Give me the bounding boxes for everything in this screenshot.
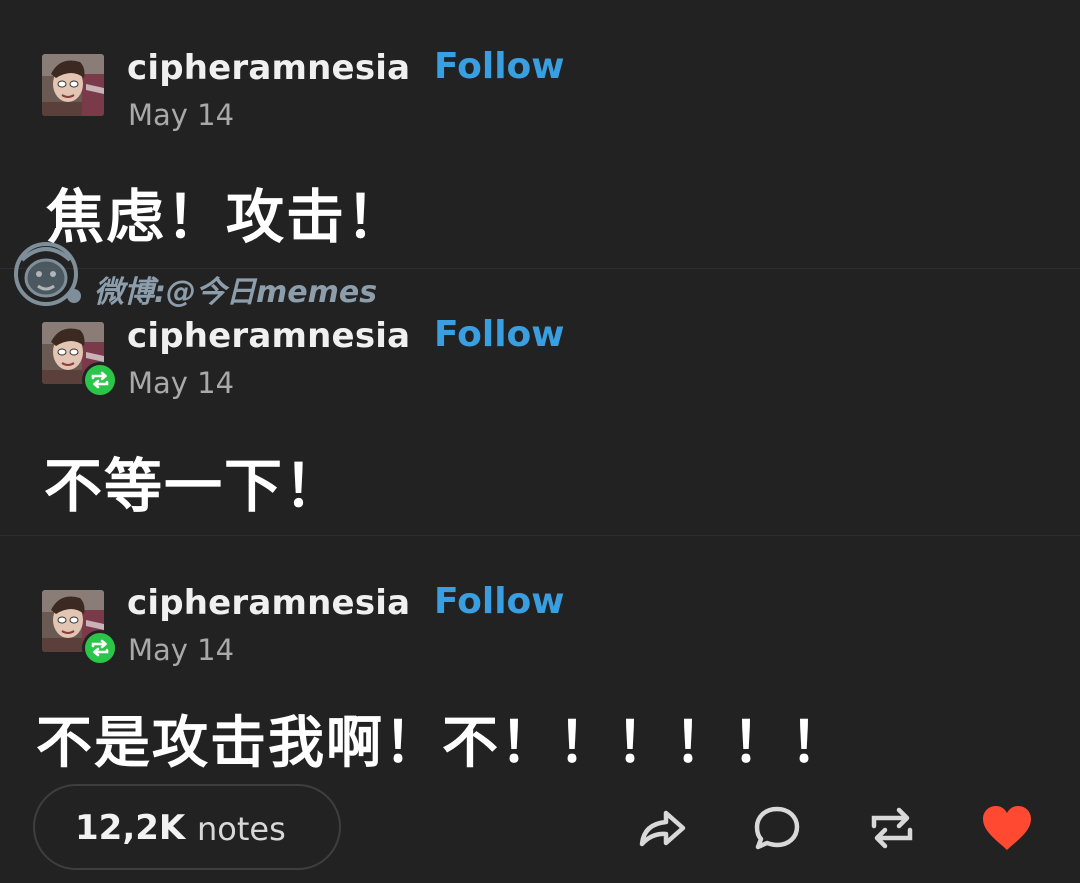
post-date[interactable]: May 14 — [128, 98, 234, 132]
weibo-watermark: 微博:@今日memes — [10, 240, 410, 310]
share-button[interactable] — [634, 800, 690, 856]
follow-button[interactable]: Follow — [434, 314, 565, 355]
follow-button[interactable]: Follow — [434, 581, 565, 622]
username[interactable]: cipheramnesia — [127, 48, 410, 88]
notes-label: notes — [197, 810, 286, 848]
post-body-text: 不等一下！ — [44, 452, 345, 520]
avatar-photo-icon — [42, 54, 104, 116]
reply-button[interactable] — [749, 800, 805, 856]
follow-button[interactable]: Follow — [434, 46, 565, 87]
username[interactable]: cipheramnesia — [127, 583, 410, 623]
post-original: cipheramnesia Follow May 14 焦虑！攻击！ — [0, 0, 1080, 268]
like-button[interactable] — [979, 800, 1035, 856]
reblog-arrows-icon — [871, 807, 913, 849]
reblog-arrows-icon — [91, 639, 109, 657]
cartoon-mascot-icon — [14, 242, 81, 306]
avatar[interactable] — [42, 54, 104, 116]
post-date[interactable]: May 14 — [128, 366, 234, 400]
reblog-badge — [82, 362, 118, 398]
post-date[interactable]: May 14 — [128, 633, 234, 667]
share-arrow-icon — [639, 810, 686, 847]
post-body-text: 不是攻击我啊！不！！！！！！ — [36, 711, 848, 776]
username[interactable]: cipheramnesia — [127, 316, 410, 356]
notes-count: 12,2K — [75, 808, 186, 848]
heart-icon — [983, 806, 1031, 850]
watermark-text: 微博:@今日memes — [94, 275, 378, 310]
speech-bubble-icon — [754, 806, 800, 850]
reblog-badge — [82, 630, 118, 666]
reblog-arrows-icon — [91, 371, 109, 389]
notes-button[interactable]: 12,2K notes — [33, 784, 341, 870]
reblog-button[interactable] — [864, 800, 920, 856]
tumblr-post-thread: cipheramnesia Follow May 14 焦虑！攻击！ ciphe… — [0, 0, 1080, 883]
